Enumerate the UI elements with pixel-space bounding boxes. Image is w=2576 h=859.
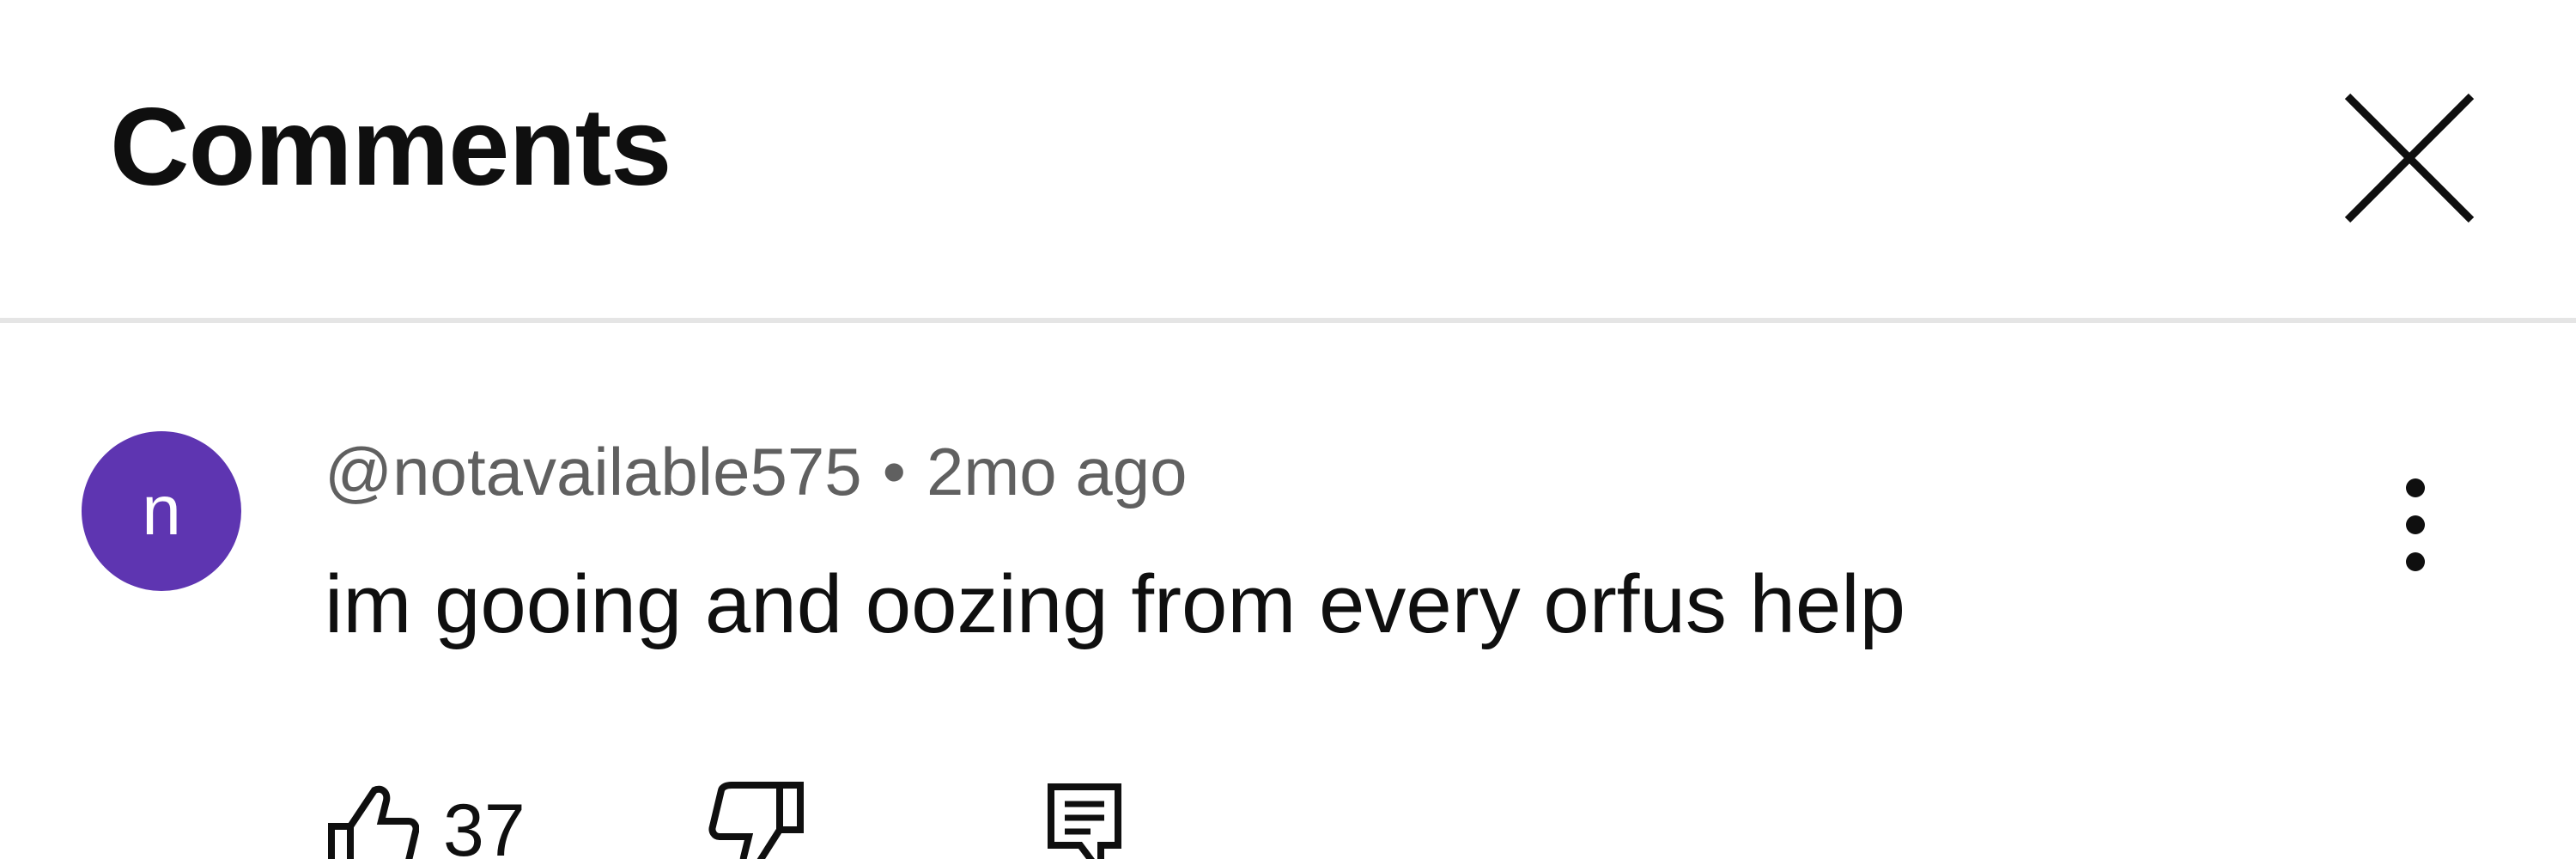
close-icon bbox=[2344, 93, 2475, 223]
comments-title: Comments bbox=[110, 86, 671, 209]
thumbs-down-icon bbox=[708, 782, 804, 859]
comments-panel: Comments n @notavailable575 • 2mo ago im g… bbox=[0, 0, 2576, 859]
comment-time: 2mo ago bbox=[926, 434, 1188, 509]
like-count: 37 bbox=[443, 789, 526, 859]
avatar-letter: n bbox=[142, 472, 181, 550]
comment-thread: n @notavailable575 • 2mo ago im gooing and… bbox=[0, 323, 2576, 859]
comment-meta: @notavailable575 • 2mo ago bbox=[325, 438, 1188, 505]
comments-header: Comments bbox=[0, 0, 2576, 320]
comment-text: im gooing and oozing from every orfus he… bbox=[325, 558, 1906, 650]
comment-menu-button[interactable] bbox=[2379, 469, 2452, 581]
dislike-button[interactable] bbox=[702, 782, 805, 859]
more-vert-icon bbox=[2406, 478, 2425, 571]
comment-author[interactable]: @notavailable575 bbox=[325, 434, 862, 509]
meta-separator: • bbox=[882, 434, 906, 509]
comment-actions: 37 bbox=[325, 782, 1183, 859]
thumbs-up-icon bbox=[328, 785, 419, 859]
avatar[interactable]: n bbox=[82, 431, 241, 591]
close-button[interactable] bbox=[2336, 84, 2483, 232]
reply-button[interactable] bbox=[1046, 782, 1123, 859]
reply-icon bbox=[1048, 783, 1121, 859]
like-button[interactable]: 37 bbox=[325, 782, 526, 859]
